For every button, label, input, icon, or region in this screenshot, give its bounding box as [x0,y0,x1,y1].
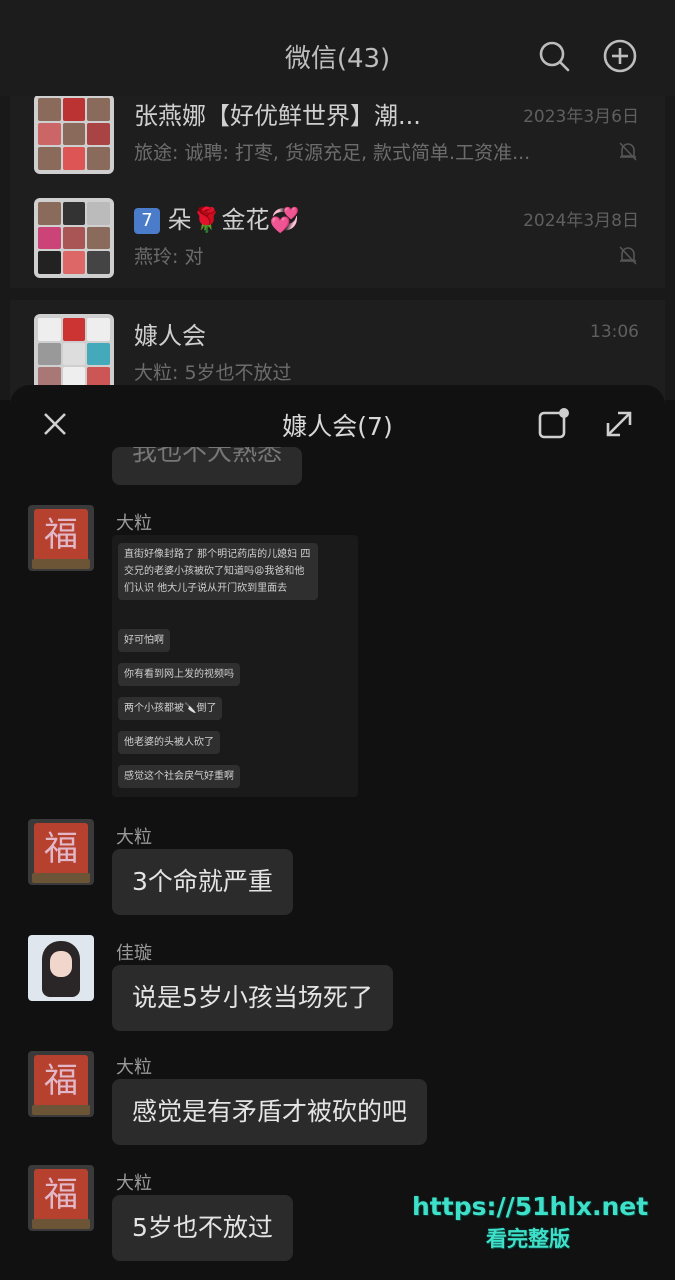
top-bar: 微信(43) [0,0,675,96]
search-icon[interactable] [536,38,572,74]
chat-name: 7 朵🌹金花💞 [134,200,299,235]
group-avatar [34,96,114,174]
fu-glyph: 福 [44,1175,78,1215]
image-message[interactable]: 直街好像封路了 那个明记药店的儿媳妇 四交兄的老婆小孩被砍了知道吗😩我爸和他们认… [112,535,358,797]
fu-glyph: 福 [44,1061,78,1101]
screenshot-bubble: 感觉这个社会戾气好重啊 [118,765,240,788]
fu-glyph: 福 [44,515,78,555]
avatar-base [32,1219,90,1229]
chat-time: 2023年3月6日 [523,107,639,127]
sender-name: 大粒 [116,1057,152,1078]
chat-panel: 嫝人会(7) 我也不大熟悉 福 大粒 直街好像封路了 那个明记药店的儿媳妇 四交… [10,385,665,1280]
add-icon[interactable] [602,38,638,74]
message-bubble[interactable]: 3个命就严重 [112,849,293,915]
avatar-base [32,559,90,569]
watermark: https://51hlx.net 看完整版 [412,1192,649,1253]
chat-time: 13:06 [590,322,639,342]
message-bubble[interactable]: 感觉是有矛盾才被砍的吧 [112,1079,428,1145]
chat-name-text: 朵🌹金花💞 [167,206,300,234]
chat-preview: 燕玲: 对 [134,246,204,268]
chat-name: 嫝人会 [134,322,206,350]
group-avatar [34,198,114,278]
mute-bell-icon [619,142,637,161]
watermark-url: https://51hlx.net [412,1192,649,1221]
screenshot-bubble: 直街好像封路了 那个明记药店的儿媳妇 四交兄的老婆小孩被砍了知道吗😩我爸和他们认… [118,543,318,600]
avatar[interactable]: 福 [28,819,94,885]
sender-name: 大粒 [116,1173,152,1194]
avatar-base [32,1105,90,1115]
app-title: 微信(43) [284,44,391,74]
partial-message-bubble: 我也不大熟悉 [112,447,303,485]
screenshot-bubble: 你有看到网上发的视频吗 [118,663,240,686]
screenshot-bubble: 两个小孩都被🔪倒了 [118,697,223,720]
float-window-icon[interactable] [536,407,570,441]
avatar[interactable]: 福 [28,1165,94,1231]
sender-name: 大粒 [116,513,152,534]
avatar-face [50,951,72,977]
sender-name: 佳璇 [116,943,152,964]
panel-header: 嫝人会(7) [10,385,665,465]
avatar-base [32,873,90,883]
message-bubble[interactable]: 说是5岁小孩当场死了 [112,965,393,1031]
sender-name: 大粒 [116,827,152,848]
watermark-caption: 看完整版 [486,1227,570,1251]
mute-bell-icon [619,246,637,265]
fu-glyph: 福 [44,829,78,869]
screenshot-bubble: 他老婆的头被人砍了 [118,731,220,754]
chat-preview: 旅途: 诚聘: 打枣, 货源充足, 款式简单.工资准... [134,142,531,164]
message-bubble[interactable]: 5岁也不放过 [112,1195,293,1261]
avatar[interactable]: 福 [28,505,94,571]
avatar[interactable]: 福 [28,1051,94,1117]
avatar[interactable] [28,935,94,1001]
chat-name: 张燕娜【好优鲜世界】潮... [134,102,421,130]
partial-message-text: 我也不大熟悉 [132,447,283,466]
expand-icon[interactable] [602,407,636,441]
chat-row-duo-jinhua[interactable]: 7 朵🌹金花💞 燕玲: 对 2024年3月8日 [10,184,665,288]
screenshot-bubble: 好可怕啊 [118,629,170,652]
chat-preview: 大粒: 5岁也不放过 [134,362,292,384]
group-avatar [34,314,114,394]
count-badge: 7 [134,208,160,234]
chat-time: 2024年3月8日 [523,211,639,231]
